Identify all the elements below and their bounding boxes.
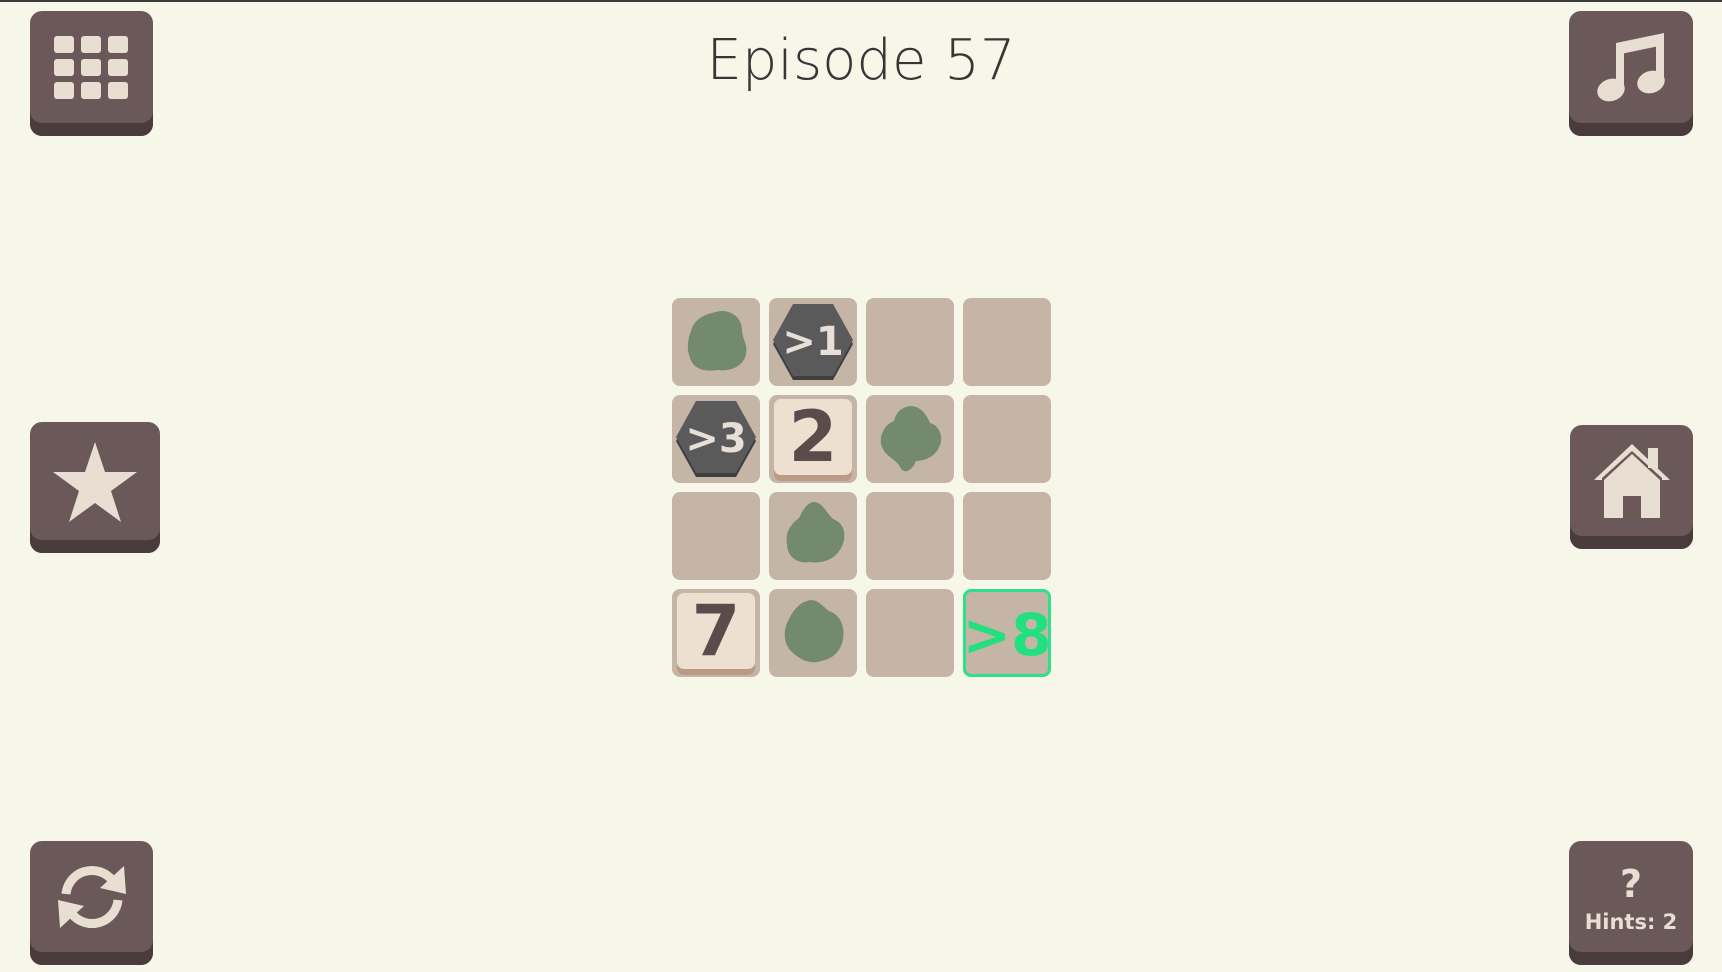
board-cell-number[interactable]: 2 — [769, 395, 857, 483]
star-icon — [53, 441, 137, 522]
puddle-icon — [784, 600, 844, 663]
levels-button[interactable] — [30, 11, 153, 136]
favorite-button[interactable] — [30, 422, 160, 553]
hex-clue-text: >1 — [782, 319, 844, 365]
board-cell-puddle[interactable] — [866, 395, 954, 483]
puddle-icon — [880, 406, 942, 472]
music-note-icon — [1597, 32, 1665, 101]
episode-title: Episode 57 — [706, 28, 1016, 93]
board-cell-empty[interactable] — [672, 492, 760, 580]
grid-icon — [53, 35, 128, 99]
board-cell-hex[interactable]: >1 — [769, 298, 857, 386]
number-tile: 2 — [774, 396, 852, 478]
hints-counter: Hints: 2 — [1584, 910, 1678, 934]
music-button[interactable] — [1569, 11, 1693, 136]
board-cell-empty[interactable] — [963, 492, 1051, 580]
board-cell-puddle[interactable] — [769, 589, 857, 677]
hint-button[interactable]: ? Hints: 2 — [1569, 841, 1693, 965]
board-cell-target[interactable]: >8 — [963, 589, 1051, 677]
top-border — [0, 0, 1722, 2]
puddle-icon — [786, 502, 845, 563]
home-icon — [1593, 444, 1670, 518]
board-cell-empty[interactable] — [963, 298, 1051, 386]
question-icon: ? — [1619, 862, 1643, 906]
board-cell-puddle[interactable] — [672, 298, 760, 386]
puddle-icon — [687, 310, 747, 371]
board-cell-empty[interactable] — [866, 492, 954, 580]
target-clue-text: >8 — [962, 601, 1052, 669]
home-button[interactable] — [1570, 425, 1693, 549]
refresh-icon — [57, 866, 126, 928]
board-cell-empty[interactable] — [866, 589, 954, 677]
hex-clue-text: >3 — [685, 416, 747, 462]
number-tile: 7 — [677, 590, 755, 672]
board-cell-empty[interactable] — [963, 395, 1051, 483]
board-cell-hex[interactable]: >3 — [672, 395, 760, 483]
board-cell-puddle[interactable] — [769, 492, 857, 580]
board-cell-number[interactable]: 7 — [672, 589, 760, 677]
puzzle-board: >1 >3 2 7 >8 — [672, 298, 1051, 677]
restart-button[interactable] — [30, 841, 153, 965]
board-cell-empty[interactable] — [866, 298, 954, 386]
